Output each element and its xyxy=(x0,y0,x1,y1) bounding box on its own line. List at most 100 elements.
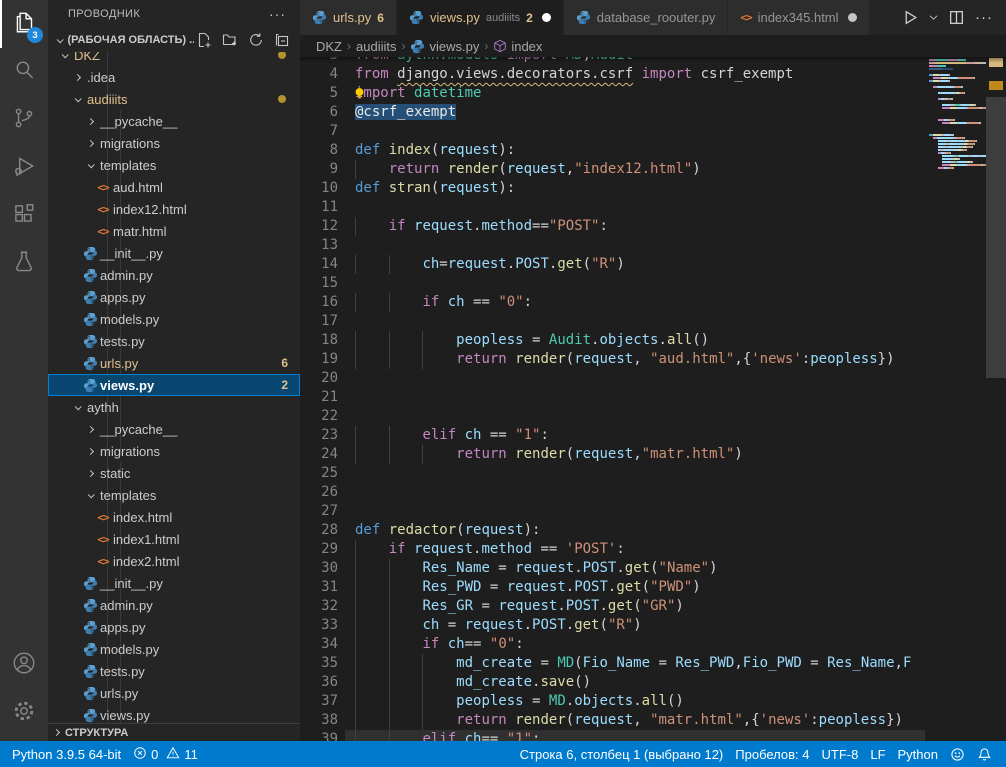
code-line-12[interactable]: if request.method=="POST": xyxy=(345,217,925,236)
run-python-file-button[interactable] xyxy=(898,6,922,30)
code-line-18[interactable]: peopless = Audit.objects.all() xyxy=(345,331,925,350)
line-number[interactable]: 7 xyxy=(300,122,338,141)
line-number[interactable]: 3 xyxy=(300,57,338,65)
code-line-14[interactable]: ch=request.POST.get("R") xyxy=(345,255,925,274)
line-number[interactable]: 30 xyxy=(300,559,338,578)
tree-item-index12-html[interactable]: <>index12.html xyxy=(48,198,300,220)
editor-lines[interactable]: from aythh.models import MD,Auditfrom dj… xyxy=(345,57,925,741)
tree-item--pycache-[interactable]: __pycache__ xyxy=(48,110,300,132)
code-line-7[interactable] xyxy=(345,122,925,141)
line-number[interactable]: 15 xyxy=(300,274,338,293)
tree-item-views-py[interactable]: views.py2 xyxy=(48,374,300,396)
line-number[interactable]: 37 xyxy=(300,692,338,711)
tree-item-views-py[interactable]: views.py xyxy=(48,704,300,723)
new-file-button[interactable] xyxy=(194,30,214,50)
code-line-27[interactable] xyxy=(345,502,925,521)
tree-item--init-py[interactable]: __init__.py xyxy=(48,242,300,264)
status-language-mode[interactable]: Python xyxy=(892,741,944,767)
line-number[interactable]: 20 xyxy=(300,369,338,388)
code-line-17[interactable] xyxy=(345,312,925,331)
code-line-20[interactable] xyxy=(345,369,925,388)
workspace-section-header[interactable]: (РАБОЧАЯ ОБЛАСТЬ) ... xyxy=(48,28,300,52)
code-line-31[interactable]: Res_PWD = request.POST.get("PWD") xyxy=(345,578,925,597)
line-number[interactable]: 23 xyxy=(300,426,338,445)
tree-item-admin-py[interactable]: admin.py xyxy=(48,594,300,616)
line-number[interactable]: 17 xyxy=(300,312,338,331)
scrollbar-thumb[interactable] xyxy=(986,97,1006,378)
code-line-5[interactable]: import datetime xyxy=(345,84,925,103)
code-line-26[interactable] xyxy=(345,483,925,502)
code-line-19[interactable]: return render(request, "aud.html",{'news… xyxy=(345,350,925,369)
line-number[interactable]: 28 xyxy=(300,521,338,540)
editor-scrollbar[interactable] xyxy=(986,57,1006,741)
tree-item-dkz[interactable]: DKZ xyxy=(48,52,300,66)
code-line-9[interactable]: return render(request,"index12.html") xyxy=(345,160,925,179)
tree-item-migrations[interactable]: migrations xyxy=(48,132,300,154)
activity-explorer-button[interactable]: 3 xyxy=(0,0,48,48)
breadcrumb-dkz[interactable]: DKZ xyxy=(316,39,342,54)
collapse-folders-button[interactable] xyxy=(272,30,292,50)
breadcrumb-index[interactable]: index xyxy=(493,39,542,54)
editor-gutter[interactable]: 3456789101112131415161718192021222324252… xyxy=(300,57,345,741)
code-line-30[interactable]: Res_Name = request.POST.get("Name") xyxy=(345,559,925,578)
tree-item--pycache-[interactable]: __pycache__ xyxy=(48,418,300,440)
line-number[interactable]: 10 xyxy=(300,179,338,198)
problems-status[interactable]: 0 11 xyxy=(127,741,204,767)
tree-item-migrations[interactable]: migrations xyxy=(48,440,300,462)
code-line-28[interactable]: def redactor(request): xyxy=(345,521,925,540)
line-number[interactable]: 16 xyxy=(300,293,338,312)
status-eol[interactable]: LF xyxy=(864,741,891,767)
activity-account-button[interactable] xyxy=(0,641,48,689)
code-line-29[interactable]: if request.method == 'POST': xyxy=(345,540,925,559)
activity-source-control-button[interactable] xyxy=(0,96,48,144)
breadcrumb-views-py[interactable]: views.py xyxy=(410,39,479,54)
minimap[interactable] xyxy=(925,57,986,741)
breadcrumb-audiiits[interactable]: audiiits xyxy=(356,39,396,54)
line-number[interactable]: 22 xyxy=(300,407,338,426)
tab-views-py[interactable]: views.pyaudiiits2 xyxy=(397,0,564,35)
tree-item-apps-py[interactable]: apps.py xyxy=(48,286,300,308)
line-number[interactable]: 6 xyxy=(300,103,338,122)
code-line-3[interactable]: from aythh.models import MD,Audit xyxy=(345,57,925,65)
code-line-21[interactable] xyxy=(345,388,925,407)
code-line-6[interactable]: @csrf_exempt xyxy=(345,103,925,122)
lightbulb-icon[interactable] xyxy=(352,86,367,106)
status-notifications[interactable] xyxy=(971,741,998,767)
code-line-8[interactable]: def index(request): xyxy=(345,141,925,160)
tab-index345-html[interactable]: <>index345.html xyxy=(728,0,869,35)
tree-item-audiiits[interactable]: audiiits xyxy=(48,88,300,110)
tree-item--idea[interactable]: .idea xyxy=(48,66,300,88)
tree-item-admin-py[interactable]: admin.py xyxy=(48,264,300,286)
code-line-23[interactable]: elif ch == "1": xyxy=(345,426,925,445)
line-number[interactable]: 33 xyxy=(300,616,338,635)
code-line-34[interactable]: if ch== "0": xyxy=(345,635,925,654)
code-line-16[interactable]: if ch == "0": xyxy=(345,293,925,312)
outline-section-header[interactable]: СТРУКТУРА xyxy=(48,723,300,741)
activity-search-button[interactable] xyxy=(0,48,48,96)
line-number[interactable]: 24 xyxy=(300,445,338,464)
line-number[interactable]: 38 xyxy=(300,711,338,730)
python-interpreter-status[interactable]: Python 3.9.5 64-bit xyxy=(6,741,127,767)
code-line-38[interactable]: return render(request, "matr.html",{'new… xyxy=(345,711,925,730)
line-number[interactable]: 36 xyxy=(300,673,338,692)
tree-item-models-py[interactable]: models.py xyxy=(48,638,300,660)
new-folder-button[interactable] xyxy=(220,30,240,50)
tree-item-tests-py[interactable]: tests.py xyxy=(48,660,300,682)
code-line-10[interactable]: def stran(request): xyxy=(345,179,925,198)
activity-settings-button[interactable] xyxy=(0,689,48,737)
tree-item-apps-py[interactable]: apps.py xyxy=(48,616,300,638)
status-indentation[interactable]: Пробелов: 4 xyxy=(729,741,815,767)
line-number[interactable]: 39 xyxy=(300,730,338,741)
explorer-more-actions-button[interactable]: ··· xyxy=(269,6,286,22)
code-line-22[interactable] xyxy=(345,407,925,426)
tree-item-urls-py[interactable]: urls.py xyxy=(48,682,300,704)
tree-item-static[interactable]: static xyxy=(48,462,300,484)
line-number[interactable]: 13 xyxy=(300,236,338,255)
line-number[interactable]: 11 xyxy=(300,198,338,217)
code-line-36[interactable]: md_create.save() xyxy=(345,673,925,692)
tree-item-templates[interactable]: templates xyxy=(48,154,300,176)
tree-item-index1-html[interactable]: <>index1.html xyxy=(48,528,300,550)
line-number[interactable]: 31 xyxy=(300,578,338,597)
activity-testing-button[interactable] xyxy=(0,240,48,288)
tree-item-index-html[interactable]: <>index.html xyxy=(48,506,300,528)
